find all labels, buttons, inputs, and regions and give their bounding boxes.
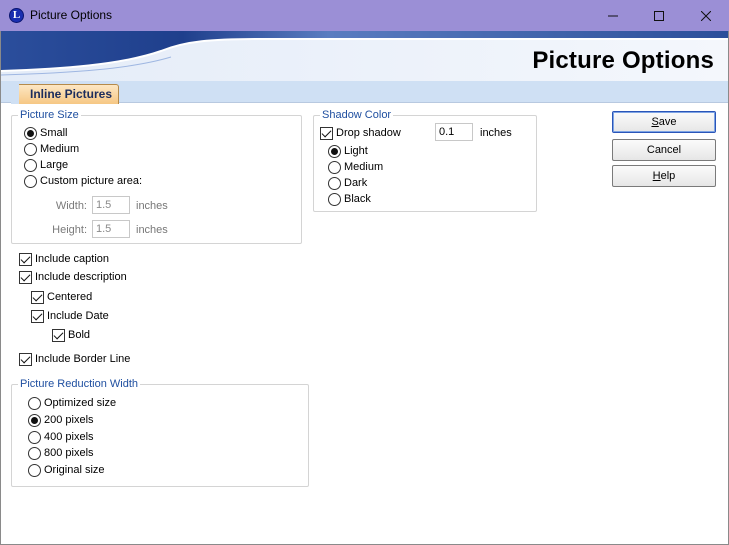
maximize-icon <box>654 10 664 21</box>
radio-button[interactable] <box>28 463 41 477</box>
radio-button[interactable] <box>28 430 41 444</box>
radio-label: Dark <box>344 177 368 189</box>
title-bar: L Picture Options <box>0 0 729 31</box>
radio-button[interactable] <box>328 192 341 206</box>
radio-button[interactable] <box>28 446 41 460</box>
banner-title: Picture Options <box>532 47 714 74</box>
radio-label: Light <box>344 145 368 157</box>
radio-label: Large <box>40 159 69 171</box>
app-icon: L <box>9 8 24 23</box>
shadow-dark-radio[interactable]: Dark <box>328 175 367 191</box>
save-mnemonic: S <box>651 116 659 128</box>
maximize-button[interactable] <box>636 0 682 31</box>
shadow-light-radio[interactable]: Light <box>328 143 368 159</box>
radio-label: Original size <box>44 464 105 476</box>
include-description-checkbox[interactable]: Include description <box>19 269 127 285</box>
checkbox-label: Bold <box>68 329 91 341</box>
drop-shadow-checkbox[interactable]: Drop shadow <box>320 125 401 141</box>
minimize-button[interactable] <box>590 0 636 31</box>
reduction-optimized-radio[interactable]: Optimized size <box>28 395 116 411</box>
shadow-color-title: Shadow Color <box>320 109 394 122</box>
radio-label: Black <box>344 193 371 205</box>
size-small-radio[interactable]: Small <box>24 125 68 141</box>
window-title: Picture Options <box>30 8 113 22</box>
radio-button[interactable] <box>328 176 341 190</box>
radio-button[interactable] <box>28 396 41 410</box>
radio-label: 200 pixels <box>44 414 94 426</box>
size-medium-radio[interactable]: Medium <box>24 141 79 157</box>
centered-checkbox[interactable]: Centered <box>31 289 92 305</box>
radio-label: 400 pixels <box>44 431 94 443</box>
radio-button[interactable] <box>24 142 37 156</box>
drop-shadow-field[interactable] <box>435 123 473 141</box>
help-mnemonic: H <box>652 170 661 182</box>
radio-label: Optimized size <box>44 397 117 409</box>
help-label: elp <box>660 170 676 182</box>
radio-label: Medium <box>40 143 80 155</box>
checkbox[interactable] <box>320 126 333 140</box>
checkbox-label: Include Border Line <box>35 353 131 365</box>
help-button[interactable]: Help <box>612 165 716 187</box>
checkbox-label: Include caption <box>35 253 109 265</box>
include-caption-checkbox[interactable]: Include caption <box>19 251 109 267</box>
include-border-line-checkbox[interactable]: Include Border Line <box>19 351 130 367</box>
dialog-body: Picture Options Inline Pictures Picture … <box>0 31 729 545</box>
bold-checkbox[interactable]: Bold <box>52 327 90 343</box>
tab-inline-pictures[interactable]: Inline Pictures <box>11 84 120 104</box>
picture-size-title: Picture Size <box>18 109 81 122</box>
width-unit: inches <box>136 200 168 212</box>
picture-reduction-group: Picture Reduction Width Optimized size 2… <box>11 378 309 487</box>
checkbox-label: Include Date <box>47 310 109 322</box>
include-date-checkbox[interactable]: Include Date <box>31 308 109 324</box>
tab-strip: Inline Pictures <box>1 81 728 104</box>
save-label: ave <box>658 116 677 128</box>
minimize-icon <box>608 15 618 16</box>
width-field[interactable] <box>92 196 130 214</box>
size-large-radio[interactable]: Large <box>24 157 68 173</box>
picture-reduction-title: Picture Reduction Width <box>18 378 140 391</box>
reduction-200-radio[interactable]: 200 pixels <box>28 412 94 428</box>
picture-size-group: Picture Size Small Medium Large Custom p… <box>11 109 302 244</box>
header-banner: Picture Options <box>1 31 728 81</box>
cancel-label: Cancel <box>646 144 682 156</box>
radio-button[interactable] <box>28 413 41 427</box>
radio-label: 800 pixels <box>44 447 94 459</box>
save-button[interactable]: Save <box>612 111 716 133</box>
checkbox[interactable] <box>19 270 32 284</box>
checkbox[interactable] <box>31 290 44 304</box>
height-unit: inches <box>136 224 168 236</box>
checkbox-label: Centered <box>47 291 93 303</box>
radio-label: Custom picture area: <box>40 175 143 187</box>
radio-button[interactable] <box>24 126 37 140</box>
height-field[interactable] <box>92 220 130 238</box>
close-icon <box>701 10 711 21</box>
radio-label: Small <box>40 127 68 139</box>
shadow-black-radio[interactable]: Black <box>328 191 371 207</box>
width-label: Width: <box>55 200 87 212</box>
shadow-color-group: Shadow Color Drop shadow inches Light Me… <box>313 109 537 212</box>
drop-shadow-unit: inches <box>480 127 512 139</box>
radio-button[interactable] <box>24 174 37 188</box>
radio-label: Medium <box>344 161 384 173</box>
reduction-400-radio[interactable]: 400 pixels <box>28 429 94 445</box>
radio-button[interactable] <box>24 158 37 172</box>
close-button[interactable] <box>683 0 729 31</box>
height-label: Height: <box>52 224 87 236</box>
checkbox[interactable] <box>31 309 44 323</box>
checkbox[interactable] <box>52 328 65 342</box>
reduction-original-radio[interactable]: Original size <box>28 462 105 478</box>
checkbox[interactable] <box>19 252 32 266</box>
radio-button[interactable] <box>328 144 341 158</box>
radio-button[interactable] <box>328 160 341 174</box>
size-custom-radio[interactable]: Custom picture area: <box>24 173 142 189</box>
checkbox-label: Drop shadow <box>336 127 401 139</box>
shadow-medium-radio[interactable]: Medium <box>328 159 383 175</box>
reduction-800-radio[interactable]: 800 pixels <box>28 445 94 461</box>
checkbox[interactable] <box>19 352 32 366</box>
cancel-button[interactable]: Cancel <box>612 139 716 161</box>
checkbox-label: Include description <box>35 271 127 283</box>
